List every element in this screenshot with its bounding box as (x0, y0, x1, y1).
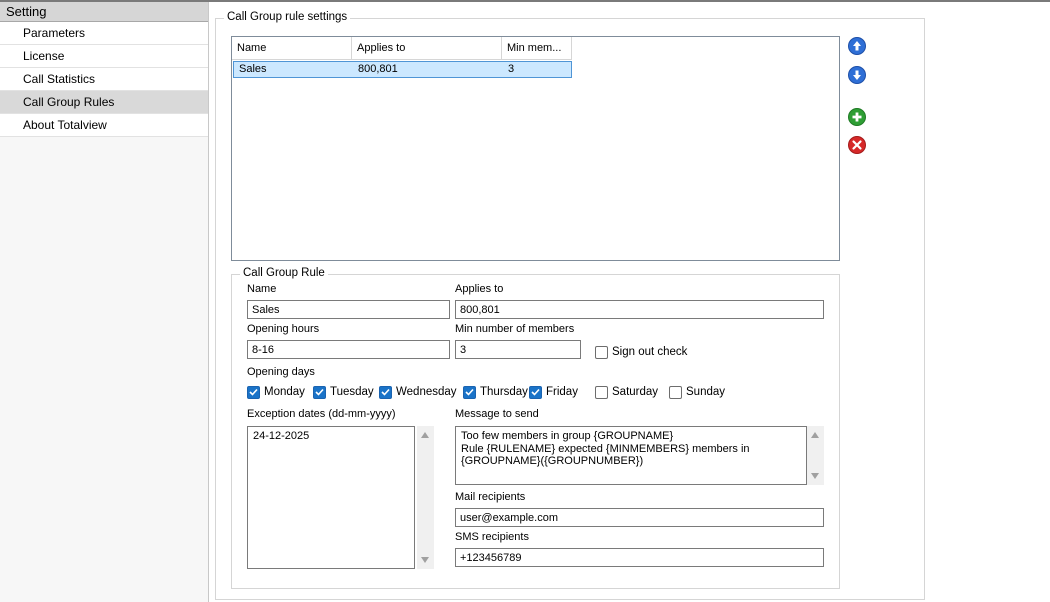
checkbox-box (247, 385, 260, 399)
message-line: Too few members in group {GROUPNAME} (461, 430, 674, 442)
opening-hours-field[interactable] (247, 340, 450, 359)
call-group-rule-settings-group: Call Group rule settings Name Applies to… (215, 11, 925, 600)
opening-days-label: Opening days (247, 366, 315, 378)
move-down-button[interactable] (848, 66, 866, 84)
day-friday-checkbox[interactable]: Friday (529, 384, 578, 400)
opening-hours-label: Opening hours (247, 323, 320, 335)
day-label: Monday (264, 386, 305, 398)
sidebar-header: Setting (0, 2, 208, 22)
message-label: Message to send (455, 408, 539, 420)
message-scrollbar[interactable] (807, 426, 824, 485)
sign-out-check-label: Sign out check (612, 346, 688, 358)
delete-icon (848, 136, 866, 154)
call-group-rule-group: Call Group Rule Name Applies to Opening … (231, 267, 840, 589)
checkbox-box (313, 385, 326, 399)
add-icon (848, 108, 866, 126)
day-label: Friday (546, 386, 578, 398)
checkmark-icon (465, 388, 474, 396)
day-monday-checkbox[interactable]: Monday (247, 384, 305, 400)
checkbox-box (595, 345, 608, 359)
exception-dates-textarea[interactable]: 24-12-2025 (247, 426, 415, 569)
row-min-members: 3 (508, 63, 515, 75)
mail-recipients-field[interactable] (455, 508, 824, 527)
checkbox-box (463, 385, 476, 399)
day-label: Thursday (480, 386, 528, 398)
message-textarea[interactable]: Too few members in group {GROUPNAME} Rul… (455, 426, 807, 485)
sidebar-item-about-totalview[interactable]: About Totalview (0, 114, 208, 137)
day-thursday-checkbox[interactable]: Thursday (463, 384, 528, 400)
settings-legend: Call Group rule settings (224, 11, 351, 23)
sms-recipients-field[interactable] (455, 548, 824, 567)
settings-sidebar: Setting Parameters License Call Statisti… (0, 2, 209, 602)
move-up-icon (848, 37, 866, 55)
checkmark-icon (249, 388, 258, 396)
table-row[interactable]: Sales 800,801 3 (233, 61, 572, 78)
day-label: Saturday (612, 386, 659, 398)
scroll-up-icon[interactable] (421, 432, 429, 438)
rules-table[interactable]: Name Applies to Min mem... Sales 800,801… (231, 36, 840, 261)
add-rule-button[interactable] (848, 108, 866, 126)
sidebar-item-call-statistics[interactable]: Call Statistics (0, 68, 208, 91)
message-line: {GROUPNAME}({GROUPNUMBER}) (461, 455, 644, 467)
sidebar-item-call-group-rules[interactable]: Call Group Rules (0, 91, 208, 114)
scroll-down-icon[interactable] (811, 473, 819, 479)
name-field[interactable] (247, 300, 450, 319)
checkmark-icon (381, 388, 390, 396)
column-name[interactable]: Name (232, 37, 352, 60)
min-members-label: Min number of members (455, 323, 575, 335)
table-header: Name Applies to Min mem... (232, 37, 572, 60)
main-panel: Call Group rule settings Name Applies to… (210, 2, 1050, 602)
checkbox-box (529, 385, 542, 399)
day-saturday-checkbox[interactable]: Saturday (595, 384, 658, 400)
mail-recipients-label: Mail recipients (455, 491, 526, 503)
checkbox-box (669, 385, 682, 399)
checkmark-icon (315, 388, 324, 396)
day-wednesday-checkbox[interactable]: Wednesday (379, 384, 457, 400)
applies-to-field[interactable] (455, 300, 824, 319)
row-name: Sales (239, 63, 267, 75)
day-label: Wednesday (396, 386, 457, 398)
row-applies-to: 800,801 (358, 63, 398, 75)
move-up-button[interactable] (848, 37, 866, 55)
message-line: Rule {RULENAME} expected {MINMEMBERS} me… (461, 442, 750, 455)
exception-dates-label: Exception dates (dd-mm-yyyy) (247, 408, 396, 420)
scroll-up-icon[interactable] (811, 432, 819, 438)
min-members-field[interactable] (455, 340, 581, 359)
move-down-icon (848, 66, 866, 84)
rule-legend: Call Group Rule (240, 267, 328, 279)
day-label: Sunday (686, 386, 726, 398)
exception-date-value: 24-12-2025 (253, 430, 310, 442)
checkbox-box (379, 385, 392, 399)
applies-to-label: Applies to (455, 283, 504, 295)
sidebar-item-license[interactable]: License (0, 45, 208, 68)
sms-recipients-label: SMS recipients (455, 531, 529, 543)
day-sunday-checkbox[interactable]: Sunday (669, 384, 725, 400)
sidebar-item-parameters[interactable]: Parameters (0, 22, 208, 45)
delete-rule-button[interactable] (848, 136, 866, 154)
column-applies-to[interactable]: Applies to (352, 37, 502, 60)
sign-out-check-checkbox[interactable]: Sign out check (595, 344, 687, 360)
name-label: Name (247, 283, 277, 295)
exception-dates-scrollbar[interactable] (417, 426, 434, 569)
day-label: Tuesday (330, 386, 374, 398)
scroll-down-icon[interactable] (421, 557, 429, 563)
checkmark-icon (531, 388, 540, 396)
column-min-members[interactable]: Min mem... (502, 37, 572, 60)
day-tuesday-checkbox[interactable]: Tuesday (313, 384, 374, 400)
checkbox-box (595, 385, 608, 399)
